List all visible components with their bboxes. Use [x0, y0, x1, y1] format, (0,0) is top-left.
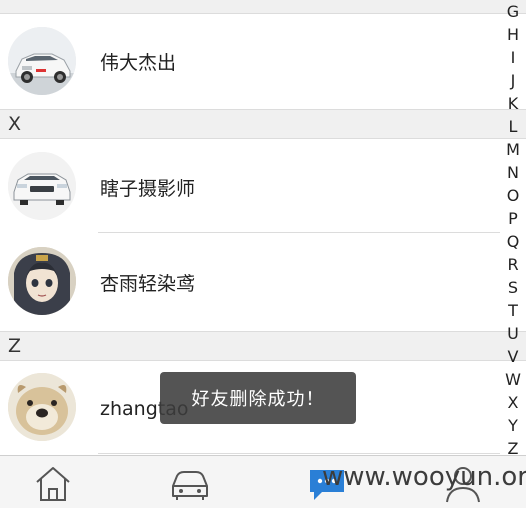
contact-name: 瞎子摄影师	[100, 178, 196, 200]
section-header-z: Z	[0, 331, 526, 361]
section-letter: X	[8, 113, 22, 135]
white-car-front-icon	[8, 152, 76, 220]
contact-name: 杏雨轻染鸢	[100, 273, 196, 295]
section-header-x: X	[0, 109, 526, 139]
index-letter[interactable]: W	[505, 368, 521, 391]
index-letter[interactable]: G	[507, 0, 519, 23]
contact-row[interactable]: 瞎子摄影师	[0, 140, 500, 232]
index-letter[interactable]: V	[508, 345, 519, 368]
contact-name: 伟大杰出	[100, 52, 177, 74]
index-letter[interactable]: U	[507, 322, 519, 345]
index-letter[interactable]: X	[508, 391, 519, 414]
white-suv-icon	[8, 27, 76, 95]
index-letter[interactable]: M	[506, 138, 520, 161]
tab-car[interactable]	[167, 462, 213, 504]
index-letter[interactable]: N	[507, 161, 519, 184]
contact-row[interactable]: 伟大杰出	[0, 14, 500, 108]
home-icon	[36, 467, 70, 501]
contact-row[interactable]: 杏雨轻染鸢	[0, 233, 500, 330]
index-letter[interactable]: I	[511, 46, 516, 69]
index-letter[interactable]: O	[507, 184, 520, 207]
index-letter[interactable]: L	[509, 115, 518, 138]
car-icon	[172, 471, 208, 500]
index-letter[interactable]: T	[508, 299, 518, 322]
index-letter[interactable]: R	[507, 253, 518, 276]
index-letter[interactable]: P	[508, 207, 518, 230]
tab-home[interactable]	[30, 462, 76, 504]
index-letter[interactable]: Q	[507, 230, 520, 253]
anime-character-icon	[8, 247, 76, 315]
dog-photo-icon	[8, 373, 76, 441]
index-letter[interactable]: S	[508, 276, 518, 299]
index-letter[interactable]: J	[511, 69, 516, 92]
section-letter: W	[8, 0, 27, 4]
index-letter[interactable]: Y	[508, 414, 518, 437]
index-letter[interactable]: K	[508, 92, 519, 115]
section-header-w: W	[0, 0, 526, 14]
section-letter: Z	[8, 335, 22, 357]
row-divider	[98, 453, 500, 454]
watermark-text: www.wooyun.org	[322, 462, 526, 492]
index-letter[interactable]: H	[507, 23, 519, 46]
toast-message: 好友删除成功！	[160, 372, 356, 424]
alphabet-index-bar[interactable]: GHIJKLMNOPQRSTUVWXYZ	[500, 0, 526, 460]
